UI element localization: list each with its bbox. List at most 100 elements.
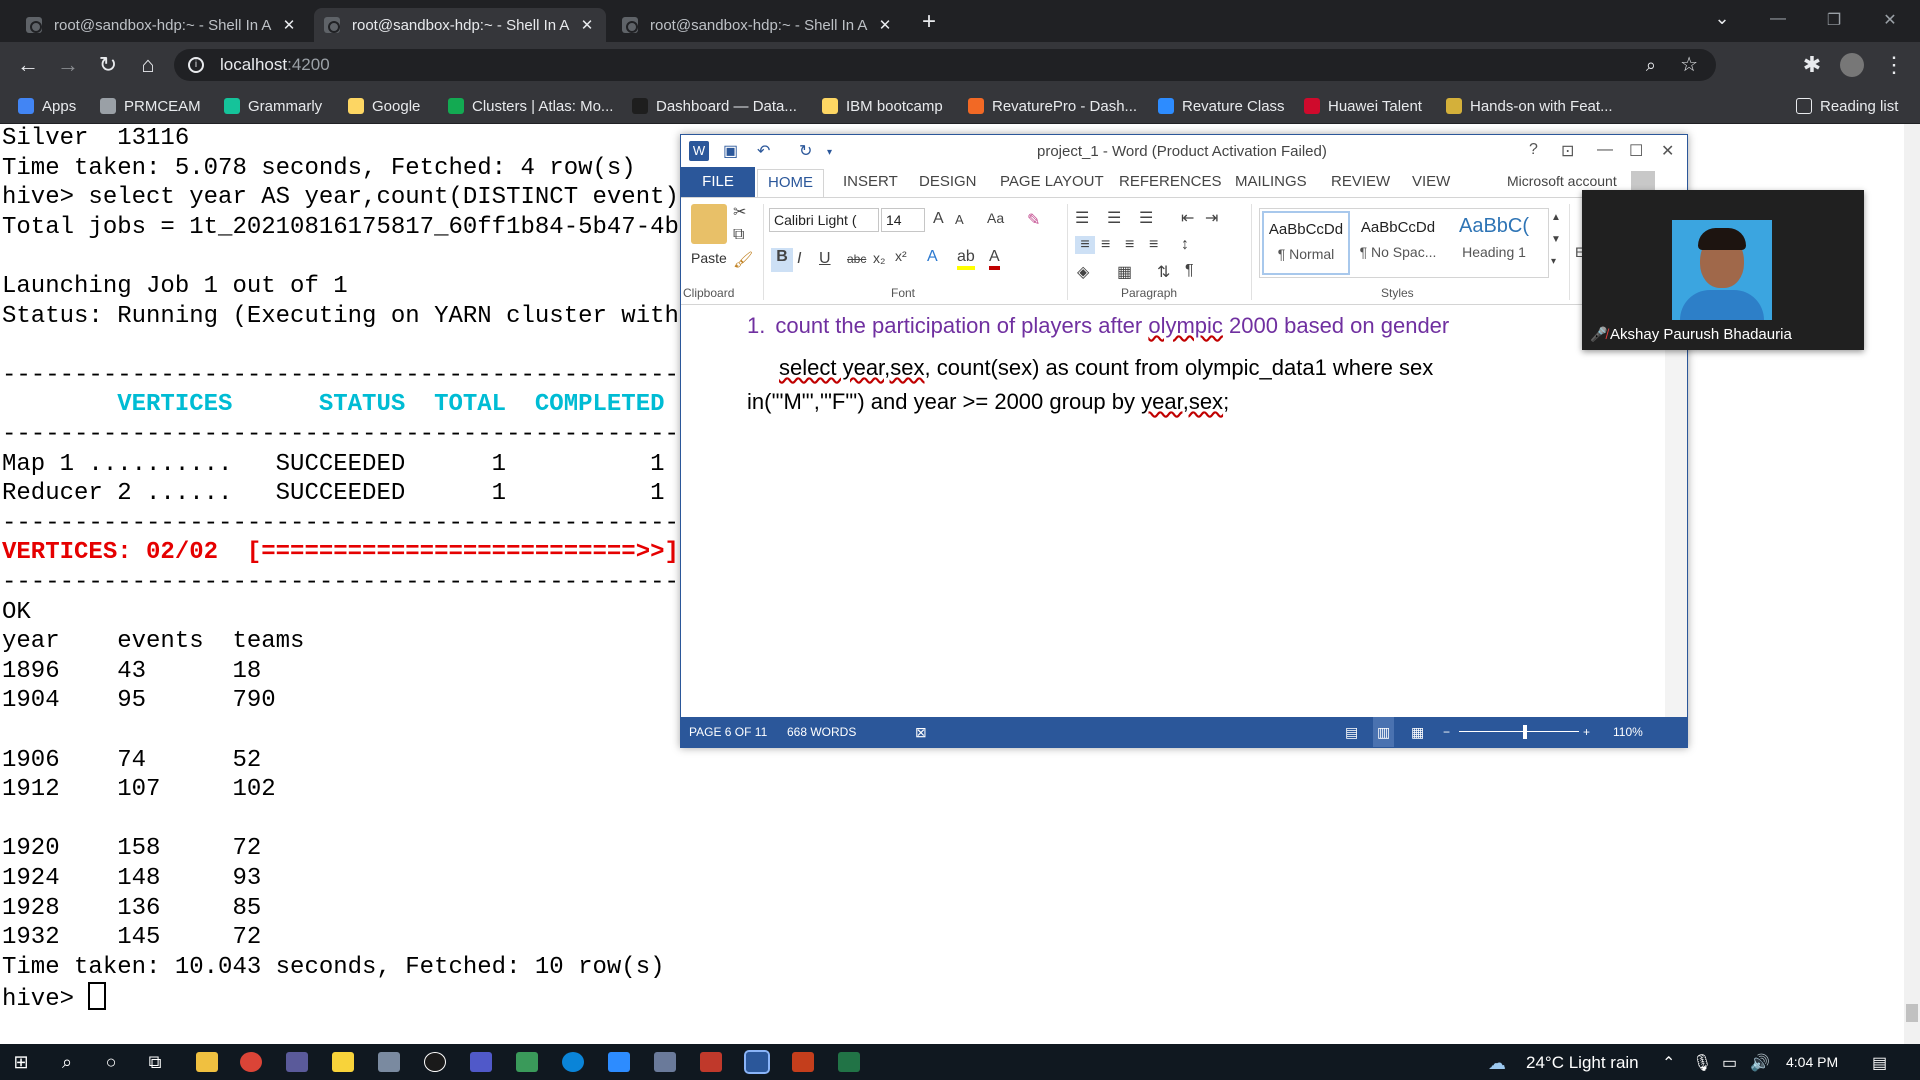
cortana-icon[interactable]: ○	[98, 1050, 124, 1074]
app-icon[interactable]	[378, 1052, 400, 1072]
app-icon[interactable]	[424, 1052, 446, 1072]
scrollbar-thumb[interactable]	[1906, 1004, 1918, 1022]
word-minimize-button[interactable]: —	[1597, 141, 1613, 159]
word-maximize-button[interactable]: ☐	[1629, 141, 1643, 161]
word-count[interactable]: 668 WORDS	[787, 717, 856, 747]
tab-mailings[interactable]: MAILINGS	[1235, 173, 1307, 190]
app-icon[interactable]	[516, 1052, 538, 1072]
undo-icon[interactable]: ↶	[757, 141, 770, 161]
styles-scroll-down-icon[interactable]: ▼	[1551, 234, 1561, 245]
copy-icon[interactable]: ⧉	[733, 226, 744, 244]
close-tab-icon[interactable]: ✕	[280, 16, 298, 34]
battery-icon[interactable]: ▭	[1722, 1053, 1737, 1073]
strikethrough-icon[interactable]: abc	[847, 252, 866, 266]
zoom-out-icon[interactable]: −	[1443, 717, 1450, 747]
format-painter-icon[interactable]: 🖌	[733, 250, 753, 270]
terminal-prompt-line[interactable]: hive>	[2, 982, 107, 1015]
paste-button[interactable]: Paste	[691, 250, 727, 266]
microsoft-account-menu[interactable]: Microsoft account	[1507, 173, 1617, 189]
font-size-box[interactable]: 14	[881, 208, 925, 232]
align-right-icon[interactable]: ≡	[1125, 236, 1134, 254]
file-explorer-icon[interactable]	[196, 1052, 218, 1072]
close-tab-icon[interactable]: ✕	[876, 16, 894, 34]
excel-icon[interactable]	[838, 1052, 860, 1072]
styles-more-icon[interactable]: ▾	[1551, 256, 1556, 267]
back-arrow-icon[interactable]: ←	[14, 51, 42, 79]
tab-view[interactable]: VIEW	[1412, 173, 1450, 190]
tab-review[interactable]: REVIEW	[1331, 173, 1390, 190]
numbering-icon[interactable]: ☰	[1107, 208, 1121, 228]
zoom-slider[interactable]	[1459, 731, 1579, 732]
close-window-button[interactable]: ✕	[1870, 10, 1910, 30]
app-icon[interactable]	[286, 1052, 308, 1072]
bold-icon[interactable]: B	[771, 248, 793, 272]
tab-insert[interactable]: INSERT	[843, 173, 898, 190]
clear-formatting-icon[interactable]: ✎	[1027, 210, 1040, 230]
powerpoint-icon[interactable]	[792, 1052, 814, 1072]
bookmark-item[interactable]: Grammarly	[224, 96, 322, 116]
multilevel-list-icon[interactable]: ☰	[1139, 208, 1153, 228]
profile-avatar[interactable]	[1840, 53, 1864, 77]
extensions-puzzle-icon[interactable]: ✱	[1798, 51, 1826, 79]
customize-toolbar-icon[interactable]: ▾	[827, 147, 832, 158]
terminal-scrollbar[interactable]	[1904, 124, 1920, 1044]
save-icon[interactable]: ▣	[723, 141, 738, 161]
zoom-icon[interactable]	[608, 1052, 630, 1072]
tray-chevron-icon[interactable]: ⌃	[1662, 1053, 1675, 1073]
home-icon[interactable]: ⌂	[134, 51, 162, 79]
tab-references[interactable]: REFERENCES	[1119, 173, 1222, 190]
text-effects-icon[interactable]: A	[927, 248, 938, 266]
print-layout-icon[interactable]: ▥	[1373, 717, 1395, 747]
show-marks-icon[interactable]: ¶	[1185, 262, 1194, 280]
style-no-spacing[interactable]: AaBbCcDd ¶ No Spac...	[1354, 211, 1442, 273]
style-heading-1[interactable]: AaBbC( Heading 1	[1446, 211, 1542, 273]
bookmark-item[interactable]: Dashboard — Data...	[632, 96, 797, 116]
forward-arrow-icon[interactable]: →	[54, 51, 82, 79]
word-close-button[interactable]: ✕	[1661, 141, 1674, 161]
read-mode-icon[interactable]: ▤	[1345, 717, 1358, 747]
decrease-indent-icon[interactable]: ⇤	[1181, 208, 1194, 228]
reading-list-button[interactable]: Reading list	[1796, 96, 1898, 116]
minimize-button[interactable]: —	[1758, 10, 1798, 28]
windows-start-icon[interactable]: ⊞	[8, 1050, 34, 1074]
style-normal[interactable]: AaBbCcDd ¶ Normal	[1262, 211, 1350, 275]
shrink-font-icon[interactable]: A	[955, 212, 964, 227]
bookmark-star-icon[interactable]: ☆	[1680, 49, 1698, 81]
bookmark-item[interactable]: Huawei Talent	[1304, 96, 1422, 116]
teams-icon[interactable]	[470, 1052, 492, 1072]
tab-page-layout[interactable]: PAGE LAYOUT	[1000, 173, 1104, 190]
sort-icon[interactable]: ⇅	[1157, 262, 1170, 282]
underline-icon[interactable]: U	[819, 250, 831, 268]
bookmark-item[interactable]: Revature Class	[1158, 96, 1285, 116]
word-taskbar-icon[interactable]	[744, 1050, 770, 1074]
tab-design[interactable]: DESIGN	[919, 173, 977, 190]
site-info-icon[interactable]: i	[188, 57, 204, 73]
highlight-icon[interactable]: ab	[957, 248, 975, 270]
volume-icon[interactable]: 🔊	[1750, 1053, 1770, 1073]
font-color-icon[interactable]: A	[989, 248, 1000, 270]
help-button[interactable]: ?	[1529, 141, 1538, 159]
grow-font-icon[interactable]: A	[933, 210, 944, 228]
app-icon[interactable]	[654, 1052, 676, 1072]
bookmark-item[interactable]: Apps	[18, 96, 76, 116]
close-tab-icon[interactable]: ✕	[578, 16, 596, 34]
notifications-icon[interactable]: ▤	[1872, 1053, 1887, 1073]
subscript-icon[interactable]: x₂	[873, 250, 885, 266]
tab-home[interactable]: HOME	[757, 169, 824, 197]
browser-tab-1[interactable]: root@sandbox-hdp:~ - Shell In A ✕	[16, 8, 308, 42]
chrome-menu-icon[interactable]: ⋮	[1880, 51, 1908, 79]
zoom-in-icon[interactable]: +	[1583, 717, 1590, 747]
shading-icon[interactable]: ◈	[1077, 262, 1089, 282]
document-page[interactable]: 1. count the participation of players aft…	[681, 305, 1665, 717]
address-bar[interactable]: i localhost:4200 ⌕ ☆	[174, 49, 1716, 81]
zoom-slider-thumb[interactable]	[1523, 725, 1527, 739]
bookmark-item[interactable]: RevaturePro - Dash...	[968, 96, 1137, 116]
task-view-icon[interactable]: ⧉	[142, 1050, 168, 1074]
bullets-icon[interactable]: ☰	[1075, 208, 1089, 228]
zoom-level[interactable]: 110%	[1613, 717, 1643, 747]
new-tab-button[interactable]: +	[922, 8, 936, 36]
app-icon[interactable]	[700, 1052, 722, 1072]
restore-button[interactable]: ❐	[1814, 10, 1854, 30]
styles-scroll-up-icon[interactable]: ▲	[1551, 212, 1561, 223]
proofing-icon[interactable]: ⊠	[915, 717, 927, 747]
